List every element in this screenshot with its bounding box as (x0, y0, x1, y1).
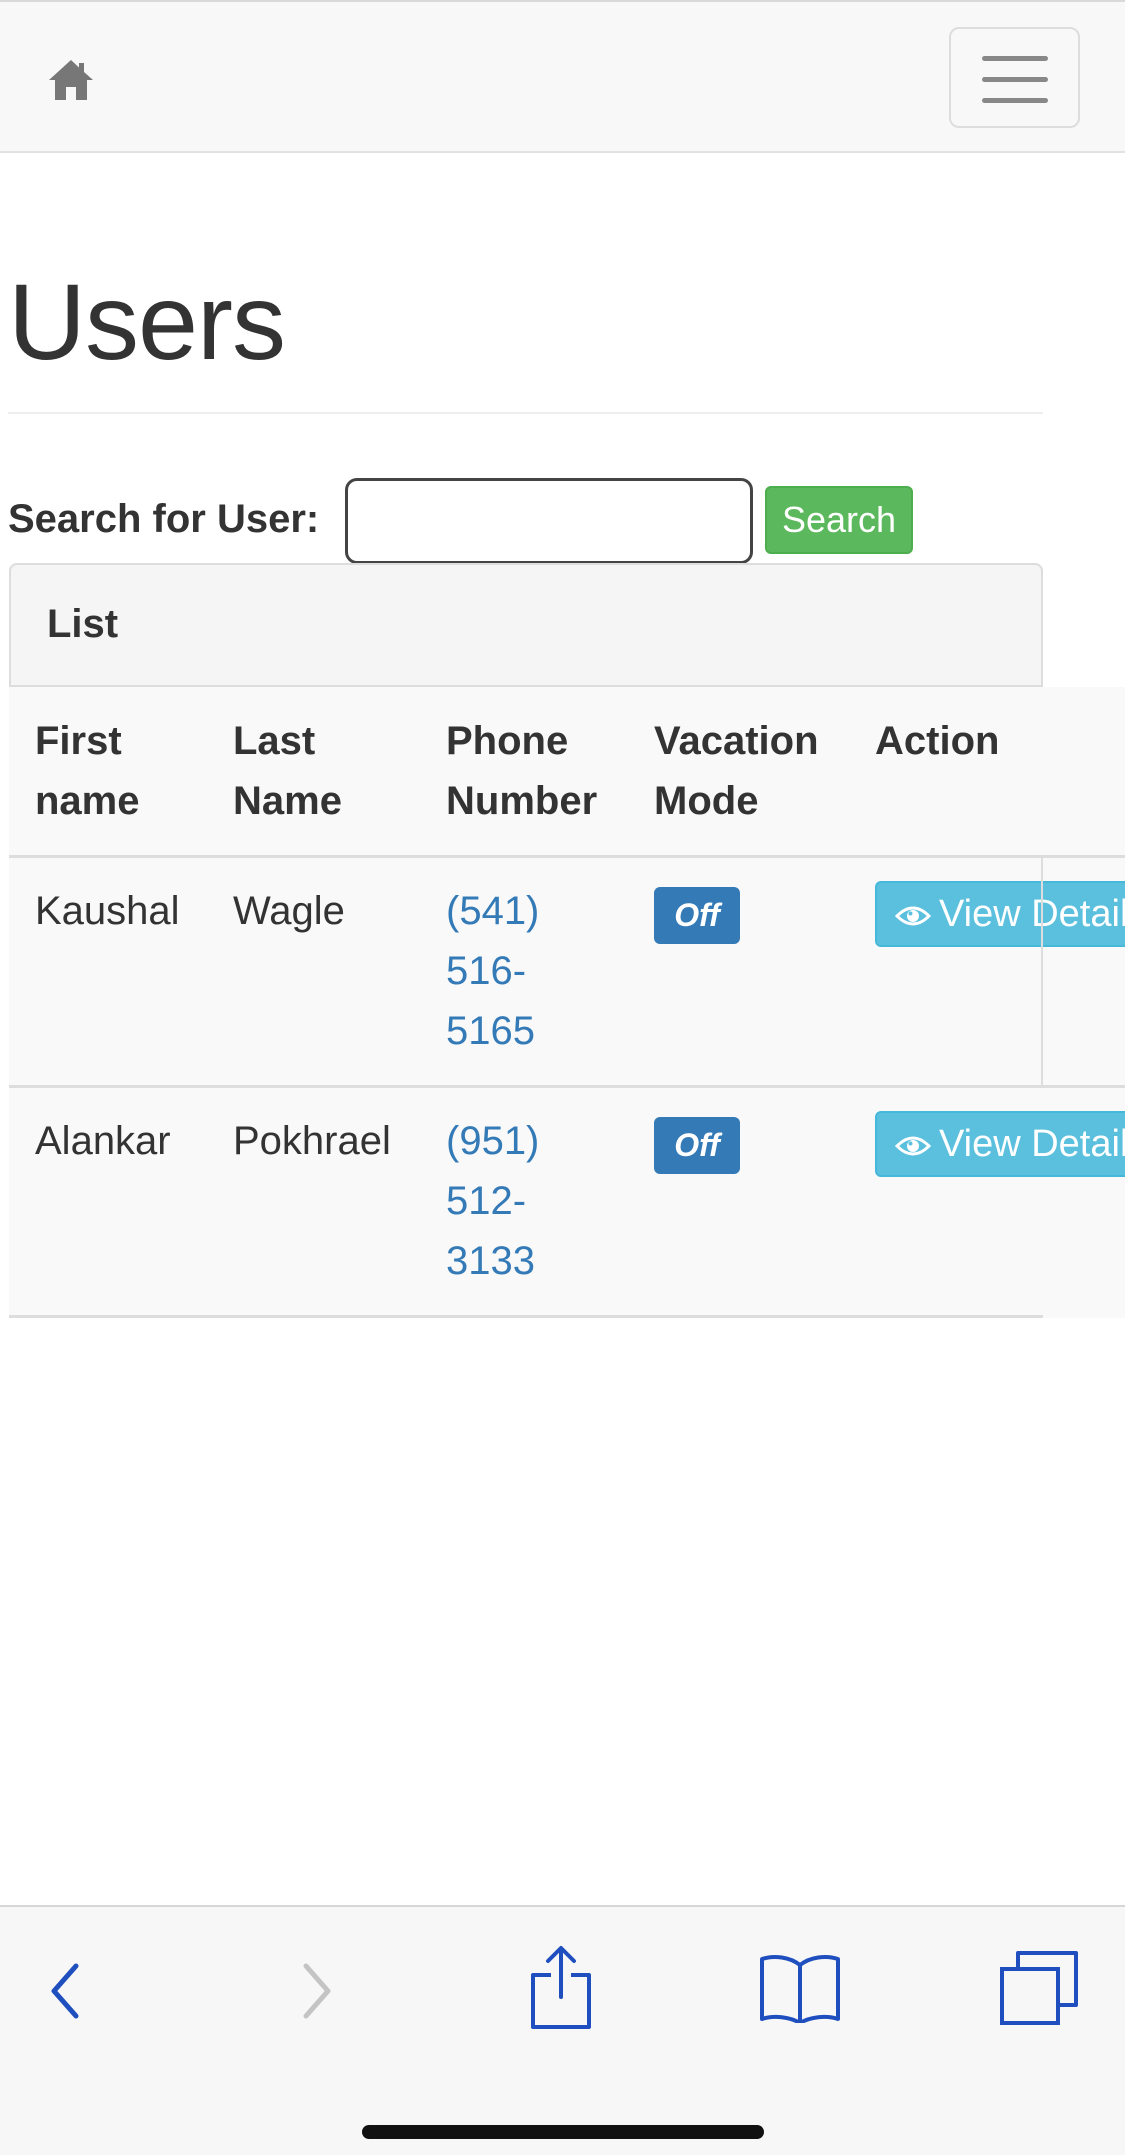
home-indicator (362, 2125, 764, 2139)
row2-last-name: Pokhrael (233, 1119, 391, 1163)
page: Users Search for User: Search List First… (0, 0, 1125, 2155)
bookmarks-icon[interactable] (758, 1951, 842, 2023)
page-title: Users (8, 261, 286, 382)
users-table: First name Last Name Phone Number Vacati… (9, 687, 1125, 1318)
th-last-name: Last Name (233, 719, 342, 823)
row2-first-name: Alankar (35, 1119, 171, 1163)
th-phone-number: Phone Number (446, 719, 598, 823)
back-icon[interactable] (46, 1961, 86, 2021)
home-icon[interactable] (47, 58, 95, 102)
tabs-icon[interactable] (998, 1949, 1080, 2027)
row1-last-name: Wagle (233, 889, 345, 933)
forward-icon[interactable] (296, 1961, 336, 2021)
panel-heading-label: List (47, 602, 119, 646)
row2-view-details-button[interactable]: View Details (875, 1111, 1125, 1177)
row2-vacation-badge: Off (654, 1117, 740, 1174)
search-button[interactable]: Search (765, 486, 913, 554)
share-icon[interactable] (528, 1941, 594, 2031)
panel-heading (9, 563, 1043, 687)
eye-icon (895, 1136, 931, 1156)
row1-view-details-button[interactable]: View Details (875, 881, 1125, 947)
row1-divider (9, 1085, 1125, 1088)
search-input[interactable] (345, 478, 753, 564)
th-action: Action (875, 719, 1000, 763)
row1-first-name: Kaushal (35, 889, 180, 933)
header-divider (9, 855, 1125, 858)
eye-icon (895, 906, 931, 926)
navbar-toggle-button[interactable] (949, 27, 1080, 128)
table-bottom-border (9, 1315, 1043, 1318)
th-first-name: First name (35, 719, 140, 823)
title-divider (8, 412, 1043, 414)
row1-phone-link[interactable]: (541) 516- 5165 (446, 881, 539, 1061)
navbar (0, 0, 1125, 153)
th-vacation-mode: Vacation Mode (654, 719, 819, 823)
row1-right-border (1041, 855, 1043, 1087)
search-label: Search for User: (8, 497, 320, 541)
row1-vacation-badge: Off (654, 887, 740, 944)
browser-toolbar (0, 1905, 1125, 2155)
hamburger-menu-icon (982, 56, 1048, 61)
row2-phone-link[interactable]: (951) 512- 3133 (446, 1111, 539, 1291)
